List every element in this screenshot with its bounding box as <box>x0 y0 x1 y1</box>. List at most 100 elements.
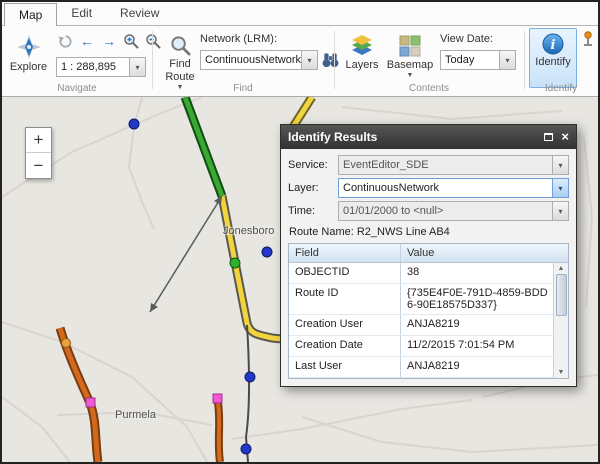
dropdown-arrow-icon[interactable]: ▾ <box>301 51 317 69</box>
magenta-marker[interactable] <box>86 398 95 407</box>
view-date-dropdown[interactable]: Today ▾ <box>440 50 516 70</box>
panel-window-buttons: × <box>544 131 569 143</box>
basemap-label: Basemap <box>387 60 433 71</box>
group-separator <box>524 31 525 89</box>
green-road[interactable] <box>185 97 222 196</box>
blue-marker[interactable] <box>241 444 251 454</box>
orange-spur[interactable] <box>218 403 220 462</box>
scroll-down-icon[interactable]: ▼ <box>558 369 565 376</box>
magenta-marker[interactable] <box>213 394 222 403</box>
map-viewport[interactable]: + − Jonesboro Purmela Identify Results ×… <box>2 97 598 462</box>
table-header-row: Field Value <box>289 244 568 263</box>
explore-button[interactable]: Explore <box>5 29 52 74</box>
basemap-button[interactable]: Basemap ▼ <box>386 29 434 80</box>
route-marker-icon <box>580 31 596 47</box>
results-table: Field Value OBJECTID 38 Route ID {735E4F… <box>288 243 569 379</box>
ribbon-tabbar: Map Edit Review <box>2 2 598 26</box>
value-cell: ANJA8219 <box>401 357 568 377</box>
dropdown-arrow-icon[interactable]: ▾ <box>499 51 515 69</box>
maximize-icon[interactable] <box>544 133 553 141</box>
previous-extent-icon[interactable] <box>56 32 74 50</box>
table-row[interactable]: OBJECTID 38 <box>289 263 568 284</box>
layer-dropdown[interactable]: ContinuousNetwork ▾ <box>338 178 569 198</box>
identify-button[interactable]: i Identify <box>529 28 577 88</box>
dropdown-arrow-icon[interactable]: ▾ <box>552 179 568 197</box>
dropdown-arrow-icon[interactable]: ▾ <box>552 202 568 220</box>
table-scrollbar[interactable]: ▲ ▼ <box>553 263 568 378</box>
identify-route-tool-button[interactable] <box>580 31 596 52</box>
layer-label: Layer: <box>288 182 338 194</box>
column-header-field[interactable]: Field <box>289 244 401 262</box>
field-cell: Route ID <box>289 284 401 314</box>
service-label: Service: <box>288 159 338 171</box>
close-icon[interactable]: × <box>561 131 569 143</box>
dropdown-arrow-icon[interactable]: ▾ <box>552 156 568 174</box>
find-route-label-2: Route <box>165 72 194 83</box>
identify-info-icon: i <box>542 33 564 55</box>
time-label: Time: <box>288 205 338 217</box>
map-zoom-in-button[interactable]: + <box>26 128 51 153</box>
group-separator <box>334 31 335 89</box>
place-label-jonesboro: Jonesboro <box>223 225 274 237</box>
basemap-icon <box>398 34 422 58</box>
network-dropdown[interactable]: ContinuousNetwork ▾ <box>200 50 318 70</box>
view-date-value: Today <box>441 54 499 66</box>
zoom-in-icon[interactable] <box>122 32 140 50</box>
field-cell: Last User <box>289 357 401 377</box>
network-lrm-label: Network (LRM): <box>200 33 277 45</box>
tab-map[interactable]: Map <box>4 3 57 26</box>
time-dropdown[interactable]: 01/01/2000 to <null> ▾ <box>338 201 569 221</box>
sketch-line <box>150 196 222 312</box>
service-dropdown[interactable]: EventEditor_SDE ▾ <box>338 155 569 175</box>
blue-marker[interactable] <box>262 247 272 257</box>
column-header-value[interactable]: Value <box>401 244 568 262</box>
panel-title: Identify Results <box>288 130 544 144</box>
field-cell: Creation Date <box>289 336 401 356</box>
table-row[interactable]: Creation Date 11/2/2015 7:01:54 PM <box>289 336 568 357</box>
tab-review[interactable]: Review <box>106 2 173 25</box>
map-zoom-out-button[interactable]: − <box>26 153 51 178</box>
field-cell: OBJECTID <box>289 263 401 283</box>
time-value: 01/01/2000 to <null> <box>339 205 552 217</box>
network-value: ContinuousNetwork <box>201 54 301 66</box>
blue-marker[interactable] <box>129 119 139 129</box>
table-row[interactable]: Last User ANJA8219 <box>289 357 568 378</box>
blue-marker[interactable] <box>245 372 255 382</box>
binoculars-icon <box>321 51 340 69</box>
place-label-purmela: Purmela <box>115 409 156 421</box>
orange-marker[interactable] <box>62 339 71 348</box>
forward-extent-icon[interactable]: → <box>100 32 118 50</box>
panel-titlebar[interactable]: Identify Results × <box>281 125 576 149</box>
find-route-label-1: Find <box>169 59 190 70</box>
dark-route-line[interactable] <box>246 325 249 462</box>
value-cell: ANJA8219 <box>401 315 568 335</box>
ribbon: Explore ← → <box>2 26 598 97</box>
svg-text:i: i <box>551 38 556 53</box>
panel-body: Service: EventEditor_SDE ▾ Layer: Contin… <box>281 149 576 386</box>
yellow-road-north[interactable] <box>293 97 312 127</box>
dropdown-arrow-icon[interactable]: ▾ <box>129 58 145 76</box>
search-routes-button[interactable] <box>321 51 340 74</box>
scroll-thumb[interactable] <box>556 274 567 316</box>
tab-edit[interactable]: Edit <box>57 2 106 25</box>
map-zoom-control: + − <box>25 127 52 179</box>
route-name: Route Name: R2_NWS Line AB4 <box>289 226 569 238</box>
chevron-down-icon: ▼ <box>407 73 414 79</box>
layers-label: Layers <box>345 60 378 71</box>
value-cell: {735E4F0E-791D-4859-BDD6-90E18575D337} <box>401 284 568 314</box>
group-separator <box>152 31 153 89</box>
layers-button[interactable]: Layers <box>340 29 384 72</box>
group-label-navigate: Navigate <box>2 83 152 94</box>
group-label-contents: Contents <box>334 83 524 94</box>
layer-value: ContinuousNetwork <box>339 182 552 194</box>
service-value: EventEditor_SDE <box>339 159 552 171</box>
explore-label: Explore <box>10 62 47 73</box>
identify-results-panel: Identify Results × Service: EventEditor_… <box>280 124 577 387</box>
table-row[interactable]: Route ID {735E4F0E-791D-4859-BDD6-90E185… <box>289 284 568 315</box>
table-row[interactable]: Creation User ANJA8219 <box>289 315 568 336</box>
back-extent-icon[interactable]: ← <box>78 32 96 50</box>
scroll-up-icon[interactable]: ▲ <box>558 265 565 272</box>
green-marker[interactable] <box>230 258 240 268</box>
group-label-identify: Identify <box>524 83 598 94</box>
scale-combobox[interactable]: 1 : 288,895 ▾ <box>56 57 146 77</box>
